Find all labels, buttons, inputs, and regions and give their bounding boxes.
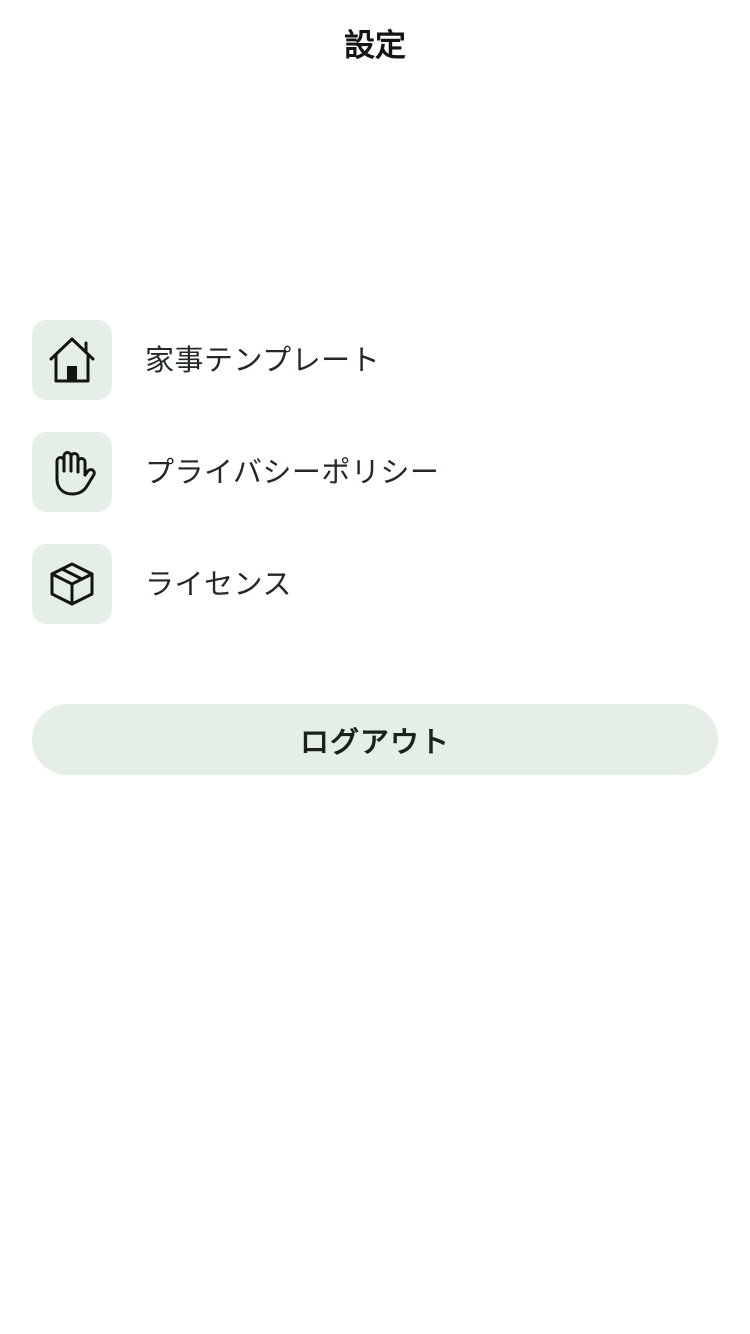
logout-button[interactable]: ログアウト xyxy=(32,704,718,775)
house-icon xyxy=(32,320,112,400)
menu-item-label: 家事テンプレート xyxy=(145,343,381,377)
menu-item-label: プライバシーポリシー xyxy=(145,455,440,489)
settings-screen: 設定 家事テンプレート プライバシーポリシー ライセンス ログアウト xyxy=(0,0,750,1334)
settings-menu: 家事テンプレート プライバシーポリシー ライセンス xyxy=(32,320,718,656)
page-title: 設定 xyxy=(344,28,406,64)
menu-item-privacy-policy[interactable]: プライバシーポリシー xyxy=(32,432,718,512)
menu-item-label: ライセンス xyxy=(145,567,292,601)
menu-item-licenses[interactable]: ライセンス xyxy=(32,544,718,624)
package-icon xyxy=(32,544,112,624)
hand-icon xyxy=(32,432,112,512)
menu-item-chore-templates[interactable]: 家事テンプレート xyxy=(32,320,718,400)
